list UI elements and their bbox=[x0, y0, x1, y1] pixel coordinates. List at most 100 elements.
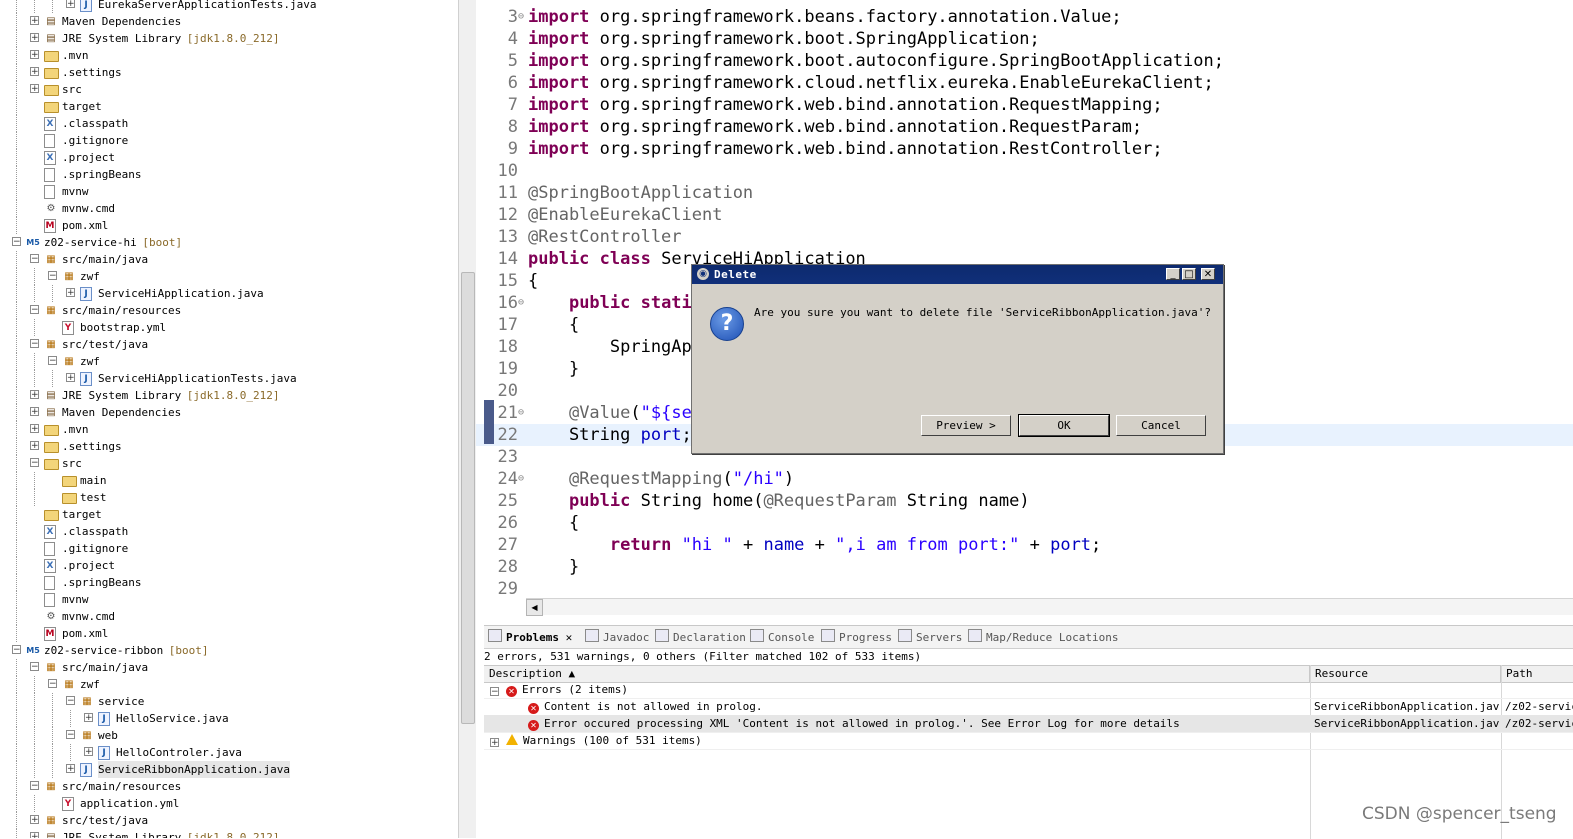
problem-row[interactable]: + Warnings (100 of 531 items) bbox=[484, 732, 1573, 750]
code-line[interactable]: 8 import org.springframework.web.bind.ann… bbox=[476, 116, 1573, 138]
tree-item[interactable]: .springBeans bbox=[0, 574, 458, 591]
tree-item[interactable]: + .settings bbox=[0, 438, 458, 455]
collapse-icon[interactable]: − bbox=[48, 356, 57, 366]
tree-item[interactable]: − ▦ src/main/java bbox=[0, 659, 458, 676]
expand-icon[interactable]: + bbox=[30, 16, 39, 26]
expand-icon[interactable]: + bbox=[30, 390, 39, 400]
expand-icon[interactable]: + bbox=[84, 747, 93, 757]
collapse-icon[interactable]: − bbox=[30, 458, 39, 468]
expand-icon[interactable]: + bbox=[84, 713, 93, 723]
tab-console[interactable]: Console bbox=[750, 629, 814, 646]
tree-item[interactable]: − ▦ src/test/java bbox=[0, 336, 458, 353]
expand-icon[interactable]: + bbox=[66, 288, 75, 298]
collapse-icon[interactable]: − bbox=[30, 305, 39, 315]
cancel-button[interactable]: Cancel bbox=[1116, 415, 1206, 436]
tree-item[interactable]: Mpom.xml bbox=[0, 625, 458, 642]
close-tab-icon[interactable]: ✕ bbox=[559, 631, 573, 644]
tab-javadoc[interactable]: Javadoc bbox=[585, 629, 649, 646]
code-line[interactable]: 10 bbox=[476, 160, 1573, 182]
tree-item[interactable]: X .classpath bbox=[0, 523, 458, 540]
tab-servers[interactable]: Servers bbox=[898, 629, 962, 646]
expand-icon[interactable]: + bbox=[490, 738, 499, 748]
code-line[interactable]: 28 } bbox=[476, 556, 1573, 578]
tab-problems[interactable]: Problems ✕ bbox=[488, 629, 572, 646]
tree-item[interactable]: .gitignore bbox=[0, 540, 458, 557]
tree-item[interactable]: Ybootstrap.yml bbox=[0, 319, 458, 336]
expand-icon[interactable]: + bbox=[30, 67, 39, 77]
column-header-path[interactable]: Path bbox=[1501, 666, 1573, 682]
collapse-icon[interactable]: − bbox=[30, 662, 39, 672]
tree-item[interactable]: + J HelloService.java bbox=[0, 710, 458, 727]
expand-icon[interactable]: + bbox=[30, 84, 39, 94]
project-explorer-tree[interactable]: + J EurekaServerApplicationTests.java + ▤ Mav… bbox=[0, 0, 458, 838]
tree-item[interactable]: test bbox=[0, 489, 458, 506]
expand-icon[interactable]: + bbox=[66, 0, 75, 9]
tree-item[interactable]: − ▦ src/main/resources bbox=[0, 302, 458, 319]
tree-item[interactable]: − ▦ src/main/resources bbox=[0, 778, 458, 795]
tree-item[interactable]: Yapplication.yml bbox=[0, 795, 458, 812]
code-line[interactable]: 25 public String home(@RequestParam Stri… bbox=[476, 490, 1573, 512]
code-line[interactable]: 24 ⊖ @RequestMapping("/hi") bbox=[476, 468, 1573, 490]
code-line[interactable]: 4 import org.springframework.boot.SpringA… bbox=[476, 28, 1573, 50]
preview-button[interactable]: Preview > bbox=[921, 415, 1011, 436]
problem-row[interactable]: ✕ Error occured processing XML 'Content i… bbox=[484, 715, 1573, 733]
tree-item[interactable]: + ▤ Maven Dependencies bbox=[0, 404, 458, 421]
tree-item[interactable]: Mpom.xml bbox=[0, 217, 458, 234]
collapse-icon[interactable]: − bbox=[48, 271, 57, 281]
collapse-icon[interactable]: − bbox=[66, 696, 75, 706]
fold-toggle-icon[interactable]: ⊖ bbox=[518, 6, 524, 28]
expand-icon[interactable]: + bbox=[30, 407, 39, 417]
tree-item[interactable]: mvnw bbox=[0, 591, 458, 608]
tree-item[interactable]: target bbox=[0, 98, 458, 115]
tree-item[interactable]: − M5 z02-service-ribbon [boot] bbox=[0, 642, 458, 659]
tree-item[interactable]: + .mvn bbox=[0, 421, 458, 438]
code-line[interactable]: 11 @SpringBootApplication bbox=[476, 182, 1573, 204]
column-header-description[interactable]: Description ▲ bbox=[484, 666, 1310, 682]
tree-scrollbar[interactable] bbox=[458, 0, 476, 838]
code-line[interactable]: 9 import org.springframework.web.bind.ann… bbox=[476, 138, 1573, 160]
collapse-icon[interactable]: − bbox=[490, 687, 499, 697]
tree-item[interactable]: + ▦ src/test/java bbox=[0, 812, 458, 829]
tree-item[interactable]: − ▦ web bbox=[0, 727, 458, 744]
tree-item[interactable]: − src bbox=[0, 455, 458, 472]
expand-icon[interactable]: + bbox=[66, 373, 75, 383]
code-line[interactable]: 12 @EnableEurekaClient bbox=[476, 204, 1573, 226]
tree-item[interactable]: .gitignore bbox=[0, 132, 458, 149]
problem-row[interactable]: ✕ Content is not allowed in prolog. Servic… bbox=[484, 698, 1573, 716]
tree-item[interactable]: − M5 z02-service-hi [boot] bbox=[0, 234, 458, 251]
collapse-icon[interactable]: − bbox=[30, 254, 39, 264]
code-line[interactable]: 26 { bbox=[476, 512, 1573, 534]
tree-item[interactable]: + src bbox=[0, 81, 458, 98]
tree-item[interactable]: − ▦ zwf bbox=[0, 353, 458, 370]
collapse-icon[interactable]: − bbox=[30, 781, 39, 791]
tree-item[interactable]: .springBeans bbox=[0, 166, 458, 183]
tab-map-reduce-locations[interactable]: Map/Reduce Locations bbox=[968, 629, 1118, 646]
maximize-icon[interactable]: □ bbox=[1182, 268, 1196, 280]
minimize-icon[interactable]: _ bbox=[1166, 268, 1180, 280]
fold-toggle-icon[interactable]: ⊖ bbox=[518, 402, 524, 424]
expand-icon[interactable]: + bbox=[30, 441, 39, 451]
collapse-icon[interactable]: − bbox=[48, 679, 57, 689]
tree-item[interactable]: + J EurekaServerApplicationTests.java bbox=[0, 0, 458, 13]
tree-item[interactable]: ⚙ mvnw.cmd bbox=[0, 200, 458, 217]
tree-item[interactable]: mvnw bbox=[0, 183, 458, 200]
collapse-icon[interactable]: − bbox=[66, 730, 75, 740]
tab-progress[interactable]: Progress bbox=[821, 629, 892, 646]
tree-scrollbar-thumb[interactable] bbox=[461, 272, 475, 724]
code-line[interactable]: 5 import org.springframework.boot.autocon… bbox=[476, 50, 1573, 72]
tree-item[interactable]: + J ServiceRibbonApplication.java bbox=[0, 761, 458, 778]
code-line[interactable]: 3 ⊖ import org.springframework.beans.facto… bbox=[476, 6, 1573, 28]
code-line[interactable]: 13 @RestController bbox=[476, 226, 1573, 248]
tree-item[interactable]: + J ServiceHiApplicationTests.java bbox=[0, 370, 458, 387]
expand-icon[interactable]: + bbox=[66, 764, 75, 774]
tree-item[interactable]: − ▦ zwf bbox=[0, 676, 458, 693]
tree-item[interactable]: − ▦ zwf bbox=[0, 268, 458, 285]
dialog-title-bar[interactable]: ◉ Delete _ □ ✕ bbox=[692, 265, 1223, 284]
tree-item[interactable]: ⚙ mvnw.cmd bbox=[0, 608, 458, 625]
tree-item[interactable]: − ▦ service bbox=[0, 693, 458, 710]
expand-icon[interactable]: + bbox=[30, 815, 39, 825]
column-header-resource[interactable]: Resource bbox=[1310, 666, 1501, 682]
tree-item[interactable]: + .settings bbox=[0, 64, 458, 81]
code-line[interactable]: 7 import org.springframework.web.bind.ann… bbox=[476, 94, 1573, 116]
code-line[interactable]: 27 return "hi " + name + ",i am from por… bbox=[476, 534, 1573, 556]
